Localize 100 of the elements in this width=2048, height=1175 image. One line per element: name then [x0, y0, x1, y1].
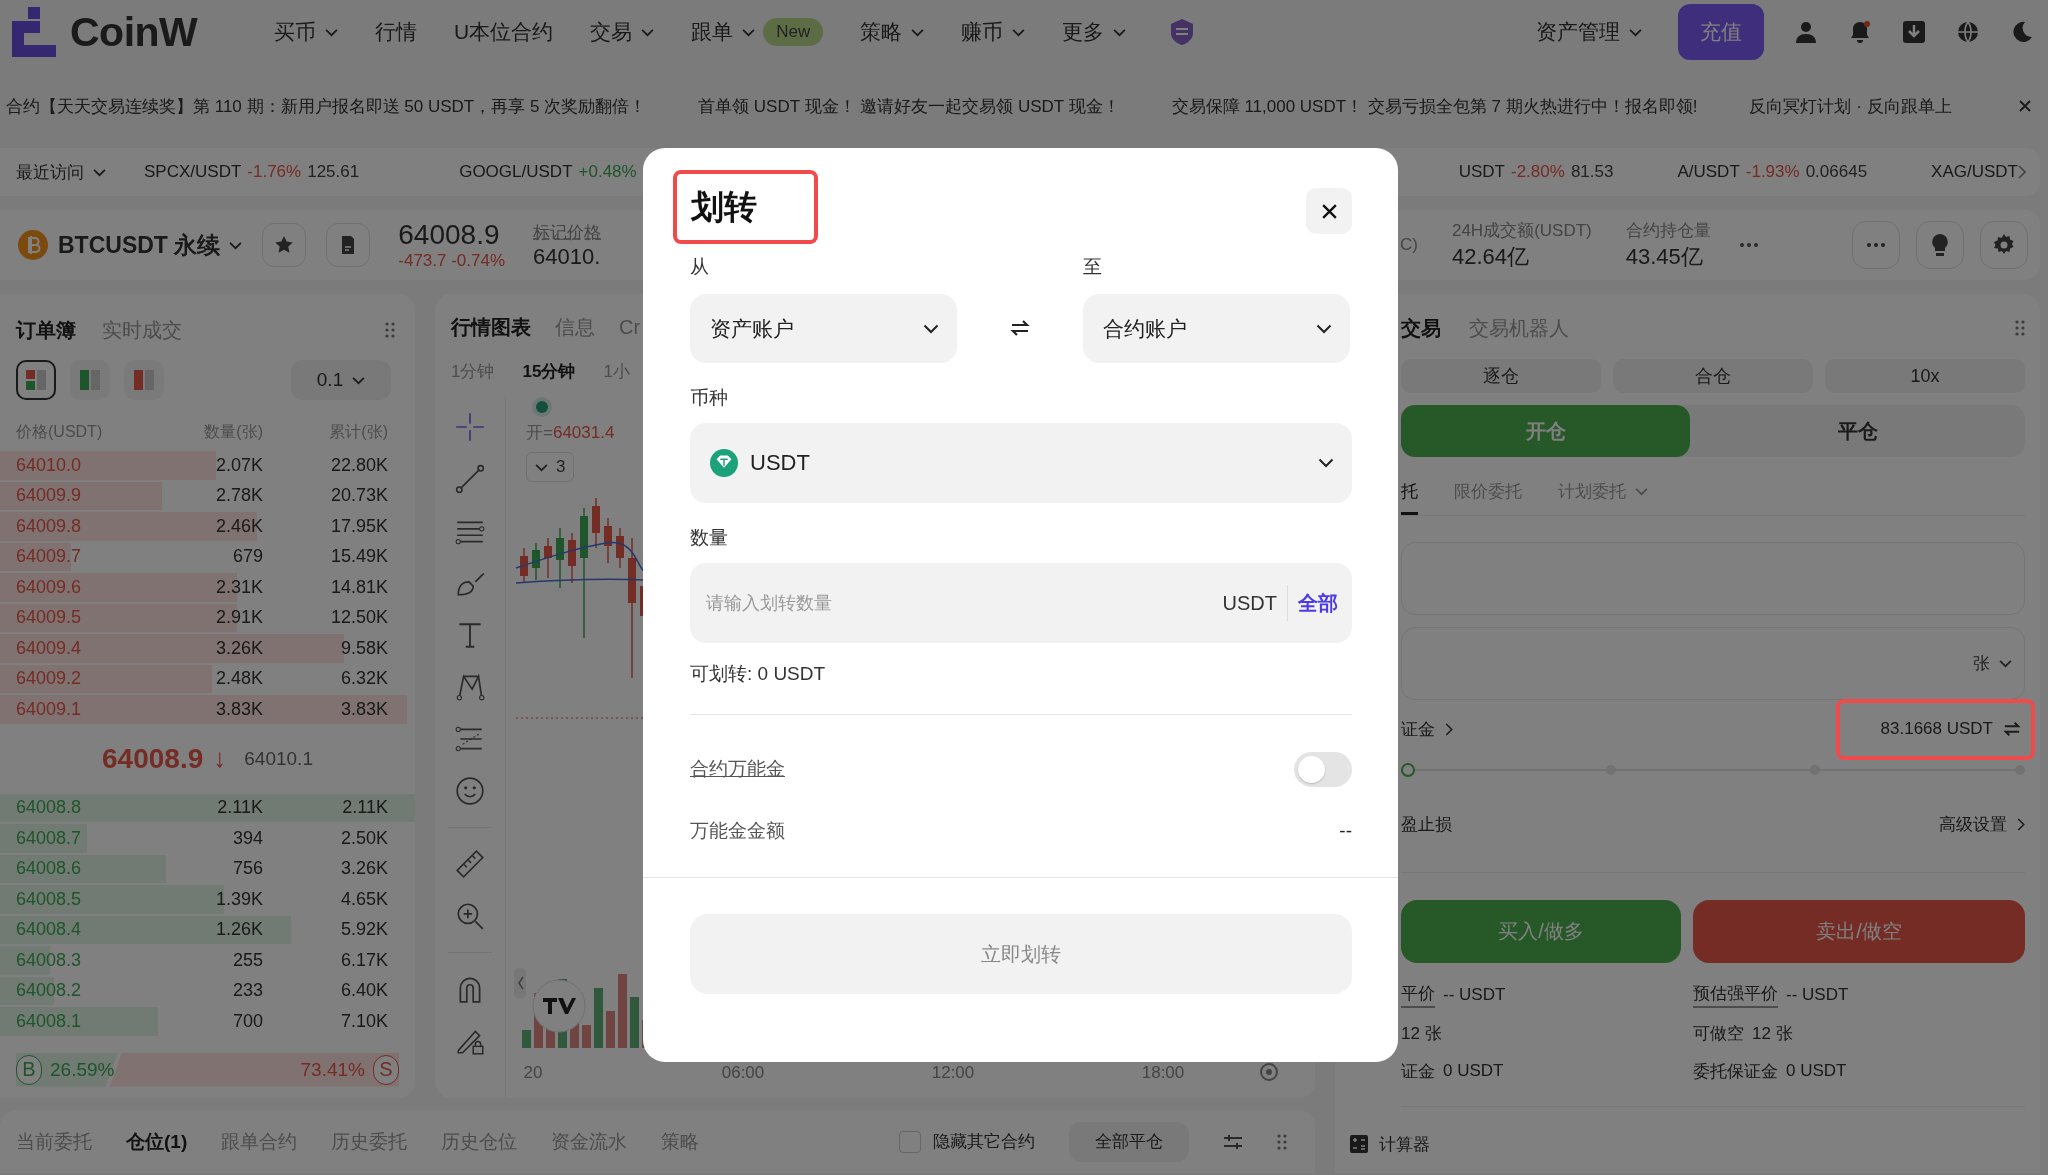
document-button[interactable] [326, 223, 371, 267]
nav-menu-item[interactable]: 行情 [375, 18, 417, 46]
ask-price[interactable]: 64009.1 [16, 698, 153, 720]
more-icon[interactable] [1738, 243, 1759, 247]
amount-field[interactable]: 请输入划转数量 USDT 全部 [690, 563, 1352, 643]
nav-menu-item[interactable]: 策略 [860, 18, 925, 46]
tips-button[interactable] [1916, 221, 1964, 269]
quantity-field[interactable]: 张 [1401, 627, 2025, 700]
position-side-tab[interactable]: 平仓 [1690, 405, 2025, 457]
indicator-toggle[interactable]: 3 [526, 452, 575, 482]
close-all-button[interactable]: 全部平仓 [1069, 1121, 1189, 1162]
margin-mode-button[interactable]: 逐仓 [1401, 359, 1601, 393]
ruler-icon[interactable] [454, 848, 486, 880]
amount-slider[interactable] [1401, 762, 2025, 778]
close-button[interactable] [1306, 188, 1352, 234]
favorite-button[interactable] [262, 223, 307, 267]
advanced-settings-link[interactable]: 高级设置 [1939, 812, 2025, 836]
precision-select[interactable]: 0.1 [291, 360, 391, 400]
close-icon[interactable] [2018, 99, 2032, 113]
panel-tab[interactable]: 行情图表 [451, 313, 531, 341]
nav-menu-item[interactable]: 赚币 [961, 18, 1026, 46]
calculator-icon[interactable] [1349, 1134, 1369, 1154]
info-value: -- USDT [1443, 985, 1506, 1005]
panel-tab[interactable]: 交易 [1401, 314, 1441, 342]
amount-cell-text: 2.78K [214, 485, 263, 507]
from-account-select[interactable]: 资产账户 [690, 294, 957, 363]
positions-tab[interactable]: 仓位(1) [126, 1128, 188, 1155]
candle [544, 537, 552, 579]
announcement-link[interactable]: 合约【天天交易连续奖】第 110 期：新用户报名即送 50 USDT，再享 5 次奖励翻倍！ [6, 94, 647, 118]
book-view-button[interactable] [124, 360, 164, 400]
mark-price-label[interactable]: 标记价格 [533, 220, 602, 244]
pattern-tool-icon[interactable] [454, 671, 486, 703]
moon-icon[interactable] [2010, 20, 2034, 44]
to-account-select[interactable]: 合约账户 [1083, 294, 1350, 363]
transfer-icon[interactable] [2003, 721, 2021, 737]
smiley-icon[interactable] [454, 775, 486, 807]
zoom-in-icon[interactable] [454, 900, 486, 932]
position-side-tab[interactable]: 开仓 [1401, 405, 1690, 457]
swap-icon[interactable] [1010, 319, 1030, 337]
ask-price[interactable]: 64010.0 [16, 454, 153, 476]
ticker-pair[interactable]: XAG/USDT [1931, 162, 2018, 182]
drag-handle-icon[interactable] [385, 322, 395, 338]
bonus-link[interactable]: 合约万能金 [690, 756, 785, 782]
nav-menu-item[interactable]: 跟单 [691, 18, 756, 46]
nav-menu-item[interactable]: 更多 [1062, 18, 1127, 46]
recent-menu[interactable]: 最近访问 [16, 160, 106, 184]
symbol-selector[interactable]: BTCUSDT 永续 [58, 229, 243, 261]
bell-icon[interactable] [1848, 20, 1872, 44]
order-type-tab[interactable]: 托 [1401, 471, 1418, 515]
settings-button[interactable] [1980, 221, 2028, 269]
ticker-pair[interactable]: A/USDT [1677, 162, 1740, 182]
user-icon[interactable] [1794, 20, 1818, 44]
announcement-link[interactable]: 交易保障 11,000 USDT！ 交易亏损全包第 7 期火热进行中！报名即领! [1171, 94, 1698, 118]
ticker-pair[interactable]: SPCX/USDT [144, 162, 242, 182]
toggle-switch[interactable] [1294, 751, 1352, 787]
ask-price[interactable]: 64009.4 [16, 637, 153, 659]
ask-price[interactable]: 64009.2 [16, 668, 153, 690]
line-tool-icon[interactable] [454, 463, 486, 495]
ask-price[interactable]: 64009.8 [16, 515, 153, 537]
calculator-link[interactable]: 计算器 [1379, 1132, 1430, 1156]
book-view-button[interactable] [70, 360, 110, 400]
ticker-pair[interactable]: USDT [1458, 162, 1505, 182]
book-view-button[interactable] [16, 360, 56, 400]
margin-link[interactable]: 证金 [1401, 717, 1453, 741]
coin-select[interactable]: USDT [690, 423, 1352, 503]
drag-handle-icon[interactable] [2015, 320, 2025, 336]
interval-tab[interactable]: 15分钟 [522, 360, 576, 384]
sliders-icon[interactable] [1223, 1133, 1243, 1150]
ticker-price: 81.53 [1570, 162, 1614, 182]
panel-tab[interactable]: 订单簿 [16, 316, 76, 344]
buy-long-button[interactable]: 买入/做多 [1401, 900, 1681, 963]
nav-menu-item[interactable]: 交易 [590, 18, 655, 46]
drag-handle-icon[interactable] [1277, 1133, 1287, 1150]
margin-mode-button[interactable]: 10x [1825, 359, 2025, 393]
ask-price[interactable]: 64009.9 [16, 485, 153, 507]
crosshair-icon[interactable] [454, 411, 486, 443]
checkbox-label[interactable]: 隐藏其它合约 [933, 1130, 1035, 1153]
download-icon[interactable] [1902, 20, 1926, 44]
globe-icon[interactable] [1956, 20, 1980, 44]
ticker-pair[interactable]: GOOGL/USDT [459, 162, 573, 182]
asset-menu[interactable]: 资产管理 [1536, 18, 1642, 46]
announcement-link[interactable]: 反向冥灯计划 · 反向跟单上 [1749, 94, 1952, 118]
candle [604, 517, 612, 564]
settings-icon[interactable] [1260, 1063, 1278, 1081]
chevron-right-icon[interactable] [2018, 165, 2026, 179]
margin-mode-button[interactable]: 合仓 [1613, 359, 1813, 393]
deposit-button[interactable]: 充值 [1678, 4, 1764, 60]
nav-menu-item[interactable]: U本位合约 [454, 18, 554, 46]
nav-menu-item[interactable]: 买币 [274, 18, 338, 46]
ask-price[interactable]: 64009.7 [16, 546, 153, 568]
total-cell-text: 22.80K [329, 454, 388, 476]
collapse-tab-icon[interactable] [514, 968, 526, 998]
ask-price[interactable]: 64009.5 [16, 607, 153, 629]
total-cell-text: 6.40K [339, 980, 388, 1002]
unit-select[interactable]: 张 [1973, 652, 2012, 675]
checkbox[interactable] [899, 1130, 921, 1153]
max-link[interactable]: 全部 [1298, 589, 1338, 617]
ask-price[interactable]: 64009.6 [16, 576, 153, 598]
announcement-link[interactable]: 首单领 USDT 现金！ 邀请好友一起交易领 USDT 现金！ [698, 94, 1120, 118]
sell-short-button[interactable]: 卖出/做空 [1693, 900, 2025, 963]
